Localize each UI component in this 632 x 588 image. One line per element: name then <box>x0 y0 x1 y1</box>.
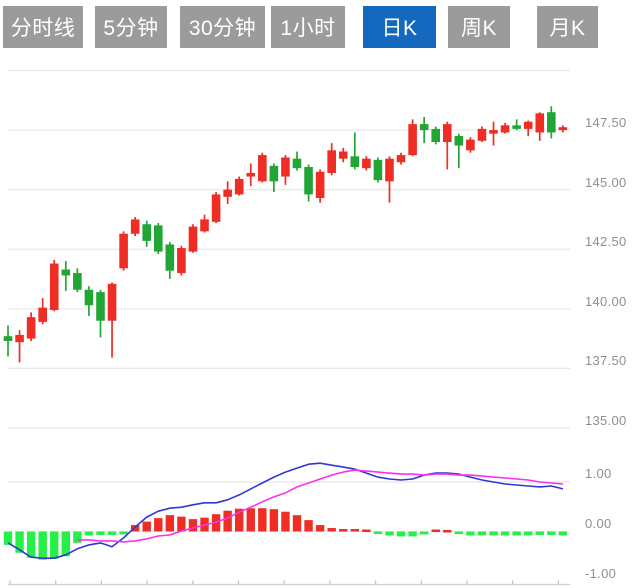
price-axis-label: 140.00 <box>585 294 627 310</box>
macd-axis-label: 1.00 <box>585 466 612 482</box>
macd-axis-label: -1.00 <box>585 566 616 582</box>
price-axis-label: 147.50 <box>585 115 627 131</box>
kline-chart-app: 分时线 5分钟 30分钟 1小时 日K 周K 月K 147.50 145.00 … <box>0 0 632 588</box>
macd-axis-label: 0.00 <box>585 516 612 532</box>
price-axis-label: 145.00 <box>585 175 627 191</box>
price-axis-label: 137.50 <box>585 353 627 369</box>
kline-chart-canvas <box>0 0 632 588</box>
price-axis-label: 135.00 <box>585 413 627 429</box>
price-axis-label: 142.50 <box>585 234 627 250</box>
